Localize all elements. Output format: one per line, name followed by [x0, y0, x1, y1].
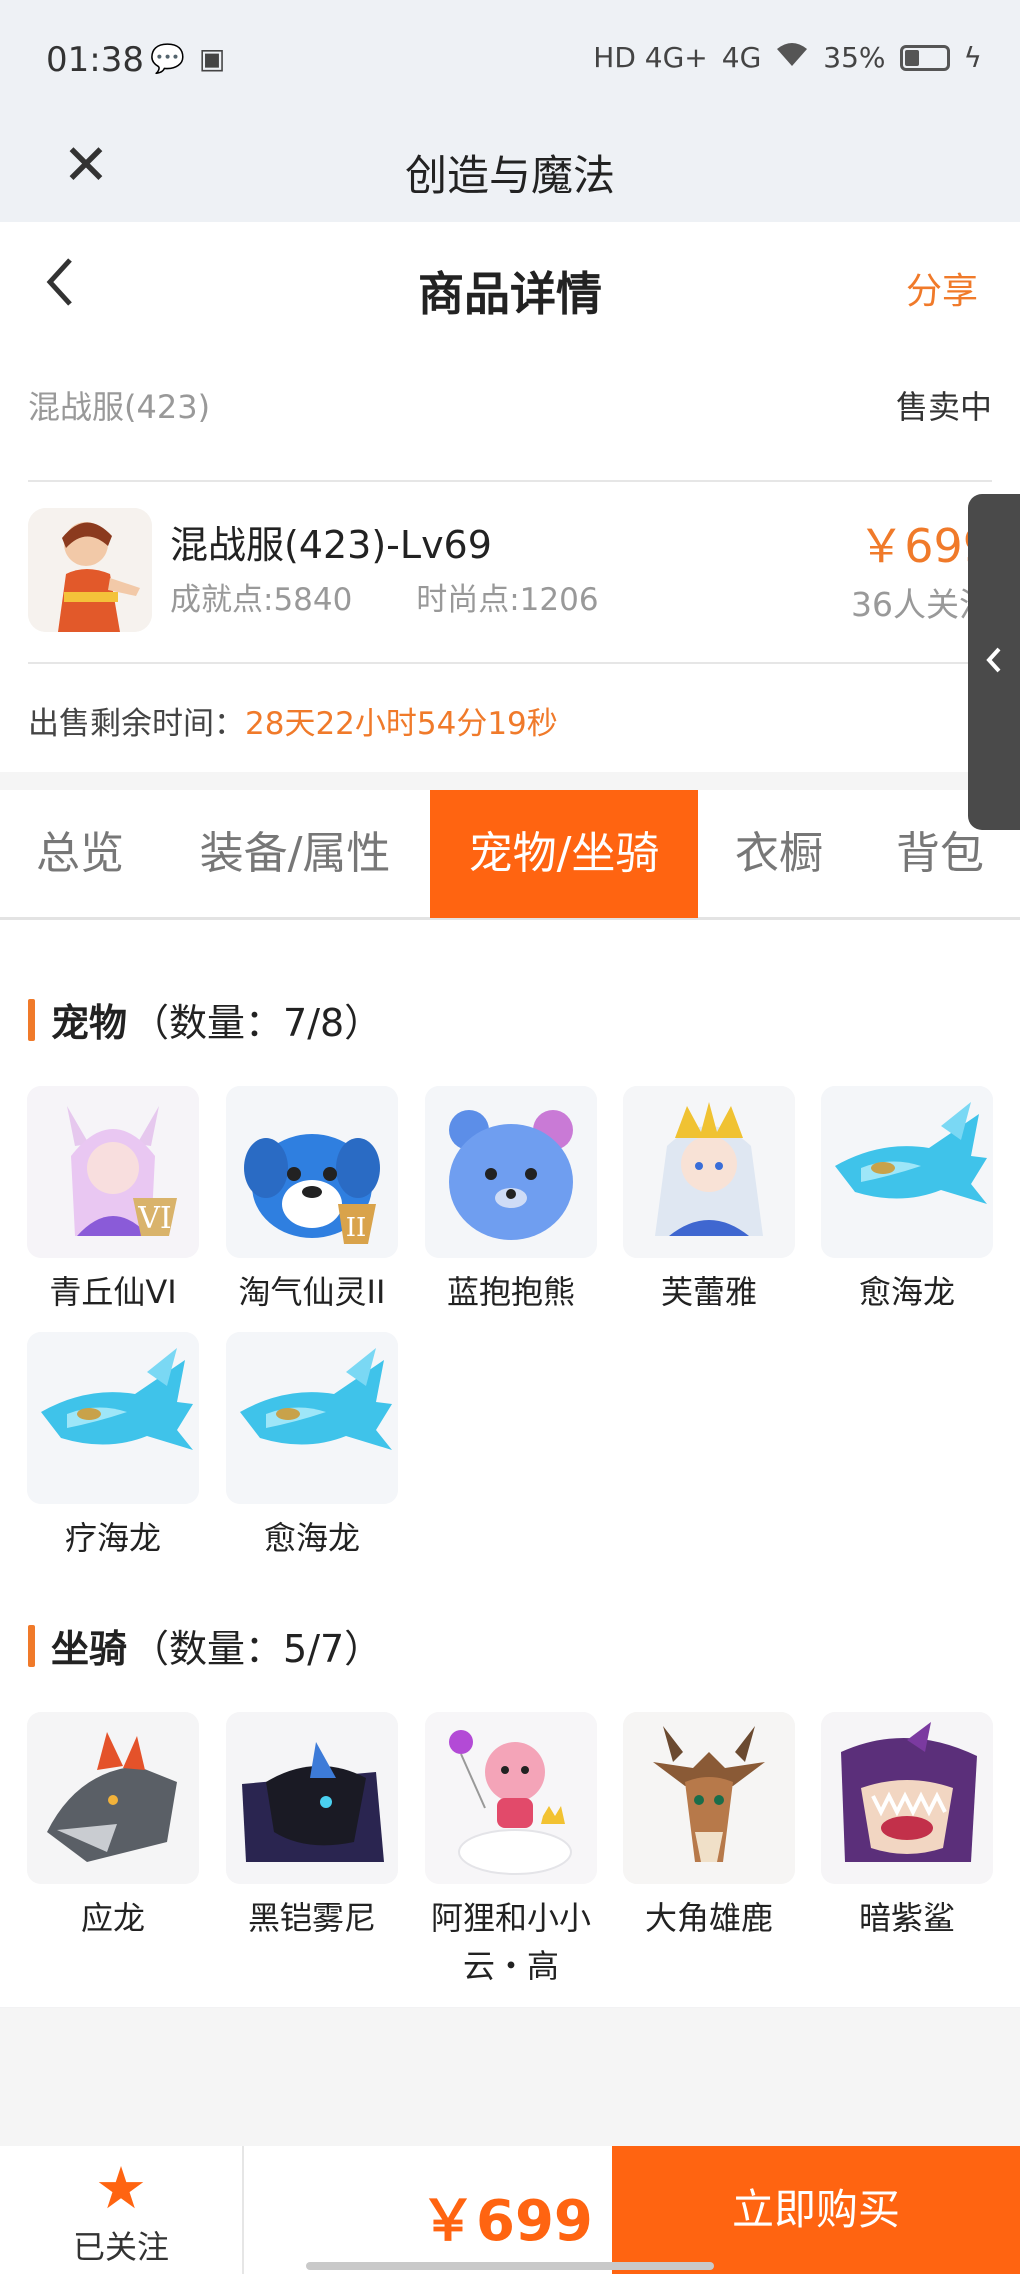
- pets-section-title: 宠物 （数量：7/8）: [28, 992, 382, 1047]
- pet-name: 芙蕾雅: [660, 1273, 757, 1311]
- divider: [28, 662, 992, 664]
- pet-item[interactable]: 愈海龙: [226, 1332, 398, 1562]
- mount-item[interactable]: 大角雄鹿: [623, 1712, 795, 1942]
- time-left-value: 28天22小时54分19秒: [245, 706, 558, 742]
- home-indicator[interactable]: [306, 2262, 714, 2270]
- mount-item[interactable]: 黑铠雾尼: [226, 1712, 398, 1942]
- charging-icon: ϟ: [963, 41, 982, 74]
- character-avatar: [28, 508, 152, 632]
- bottom-price: ￥699: [420, 2189, 593, 2254]
- pet-name: 愈海龙: [263, 1519, 360, 1557]
- app-bar: ✕ 创造与魔法: [0, 120, 1020, 222]
- achievement-points: 成就点:5840: [170, 582, 353, 618]
- time-left: 出售剩余时间：28天22小时54分19秒: [28, 698, 558, 743]
- battery-percent: 35%: [823, 41, 886, 74]
- pet-image: [821, 1086, 993, 1258]
- pet-name: 蓝抱抱熊: [446, 1273, 575, 1311]
- pet-item[interactable]: 蓝抱抱熊: [425, 1086, 597, 1316]
- mount-name: 大角雄鹿: [644, 1899, 773, 1937]
- wifi-icon: [775, 40, 809, 75]
- mount-name: 阿狸和小小云・高: [430, 1899, 591, 1985]
- mount-name: 应龙: [80, 1899, 145, 1937]
- tab-pets-mounts[interactable]: 宠物/坐骑: [430, 790, 698, 918]
- mount-item[interactable]: 暗紫鲨: [821, 1712, 993, 1942]
- mount-image: [425, 1712, 597, 1884]
- pet-image: [27, 1332, 199, 1504]
- product-summary[interactable]: 混战服(423)-Lv69 成就点:5840 时尚点:1206 ￥699 36人…: [28, 508, 992, 638]
- status-badge: 售卖中: [895, 388, 992, 426]
- buy-now-button[interactable]: 立即购买: [612, 2146, 1020, 2274]
- pet-name: 青丘仙VI: [49, 1273, 177, 1311]
- battery-icon: [899, 44, 950, 71]
- svg-text:VI: VI: [137, 1201, 172, 1236]
- page-title: 商品详情: [418, 267, 602, 321]
- side-drawer-handle[interactable]: [968, 494, 1020, 830]
- mounts-section-title: 坐骑 （数量：5/7）: [28, 1618, 382, 1673]
- pet-image: [226, 1332, 398, 1504]
- content: 商品详情 分享 混战服(423) 售卖中 混战服(423)-Lv69 成就点:5…: [0, 222, 1020, 2007]
- chevron-left-icon: [986, 647, 1001, 673]
- pet-item[interactable]: 疗海龙: [27, 1332, 199, 1562]
- star-icon: ★: [95, 2154, 147, 2222]
- time-left-label: 出售剩余时间：: [28, 706, 245, 742]
- pet-name: 疗海龙: [64, 1519, 161, 1557]
- mount-image: [821, 1712, 993, 1884]
- mount-image: [623, 1712, 795, 1884]
- tab-equipment[interactable]: 装备/属性: [160, 790, 430, 918]
- server-row: 混战服(423) 售卖中: [28, 382, 992, 442]
- pet-image: VI: [27, 1086, 199, 1258]
- server-name: 混战服(423): [28, 388, 211, 426]
- network-4g-icon: 4G: [721, 41, 762, 74]
- product-title: 混战服(423)-Lv69: [170, 523, 492, 567]
- status-bar: 01:38 💬 ▣ HD 4G+ 4G 35% ϟ: [0, 0, 1020, 120]
- tab-wardrobe[interactable]: 衣橱: [698, 790, 860, 918]
- tab-overview[interactable]: 总览: [0, 790, 160, 918]
- pet-item[interactable]: VI 青丘仙VI: [27, 1086, 199, 1316]
- app-title: 创造与魔法: [404, 151, 615, 200]
- wechat-icon: 💬: [150, 42, 185, 75]
- pet-name: 愈海龙: [858, 1273, 955, 1311]
- mount-item[interactable]: 应龙: [27, 1712, 199, 1942]
- bottom-action-bar: ★ 已关注 ￥699 立即购买: [0, 2146, 1020, 2274]
- mount-item[interactable]: 阿狸和小小云・高: [425, 1712, 597, 1990]
- pet-item[interactable]: 芙蕾雅: [623, 1086, 795, 1316]
- status-time: 01:38: [46, 40, 144, 80]
- share-button[interactable]: 分享: [906, 262, 978, 314]
- network-hd-icon: HD 4G+: [593, 41, 708, 74]
- mount-image: [226, 1712, 398, 1884]
- pet-name: 淘气仙灵II: [238, 1273, 386, 1311]
- pet-image: II: [226, 1086, 398, 1258]
- tab-bar: 总览 装备/属性 宠物/坐骑 衣橱 背包: [0, 790, 1020, 920]
- nav-bar: 商品详情 分享: [0, 222, 1020, 352]
- follow-button[interactable]: ★ 已关注: [0, 2146, 244, 2274]
- pet-image: [623, 1086, 795, 1258]
- mount-name: 暗紫鲨: [858, 1899, 955, 1937]
- mount-image: [27, 1712, 199, 1884]
- divider: [28, 480, 992, 482]
- pet-image: [425, 1086, 597, 1258]
- android-icon: ▣: [198, 42, 226, 75]
- pet-item[interactable]: II 淘气仙灵II: [226, 1086, 398, 1316]
- fashion-points: 时尚点:1206: [416, 582, 599, 618]
- pet-item[interactable]: 愈海龙: [821, 1086, 993, 1316]
- svg-text:II: II: [346, 1213, 367, 1243]
- mount-name: 黑铠雾尼: [247, 1899, 376, 1937]
